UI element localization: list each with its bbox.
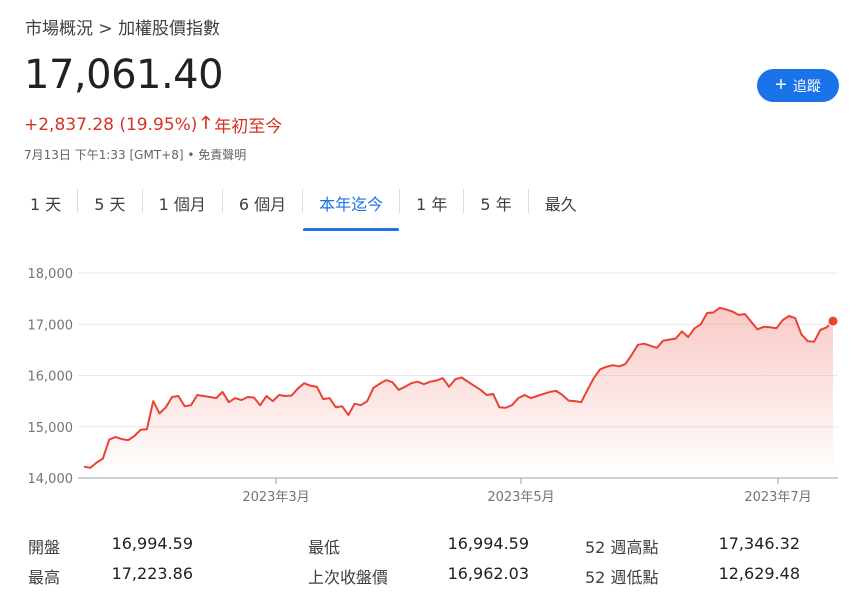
change-period: 年初至今 (214, 117, 283, 137)
quote-timestamp: 7月13日 下午1:33 [GMT+8] • 免責聲明 (24, 148, 247, 162)
stat-high-value: 17,223.86 (111, 564, 193, 583)
stat-high-label: 最高 (28, 568, 61, 587)
y-tick-label: 15,000 (28, 421, 74, 436)
arrow-up-icon: 🡑 (201, 113, 211, 133)
breadcrumb: 市場概況 > 加權股價指數 (25, 14, 220, 39)
breadcrumb-current: 加權股價指數 (118, 19, 221, 39)
follow-button-label: 追蹤 (792, 77, 821, 94)
stat-52w-high-label: 52 週高點 (585, 538, 659, 557)
x-tick-label: 2023年5月 (487, 490, 554, 505)
tab-1-month[interactable]: 1 個月 (143, 185, 222, 225)
change-value: +2,837.28 (19.95%) (24, 114, 198, 135)
x-tick-label: 2023年3月 (242, 490, 309, 505)
y-tick-label: 18,000 (28, 267, 74, 282)
stat-52w-low-value: 12,629.48 (718, 564, 800, 583)
plus-icon: + (775, 73, 787, 96)
y-tick-label: 16,000 (28, 370, 74, 385)
follow-button[interactable]: + 追蹤 (757, 69, 839, 102)
last-price-dot (827, 315, 839, 327)
price-area (84, 307, 833, 478)
tab-ytd[interactable]: 本年迄今 (303, 185, 400, 231)
stat-low-value: 16,994.59 (447, 534, 529, 553)
breadcrumb-separator: > (98, 19, 113, 39)
current-price: 17,061.40 (24, 52, 224, 98)
stat-prev-close-value: 16,962.03 (447, 564, 529, 583)
y-tick-label: 14,000 (28, 472, 74, 487)
time-range-tabs: 1 天 5 天 1 個月 6 個月 本年迄今 1 年 5 年 最久 (14, 185, 593, 231)
stat-open-label: 開盤 (28, 538, 61, 557)
y-tick-label: 17,000 (28, 318, 74, 333)
tab-1-year[interactable]: 1 年 (400, 185, 463, 225)
price-chart[interactable]: 14,000 15,000 16,000 17,000 18,000 2023年3月 202… (0, 250, 868, 520)
x-tick-label: 2023年7月 (744, 490, 811, 505)
stat-52w-low-label: 52 週低點 (585, 568, 659, 587)
tab-1-day[interactable]: 1 天 (14, 185, 77, 225)
tab-5-day[interactable]: 5 天 (78, 185, 141, 225)
stat-open-value: 16,994.59 (111, 534, 193, 553)
breadcrumb-parent-link[interactable]: 市場概況 (25, 19, 93, 39)
tab-6-month[interactable]: 6 個月 (223, 185, 302, 225)
price-change: +2,837.28 (19.95%) 🡑 年初至今 (24, 110, 282, 139)
stat-low-label: 最低 (308, 538, 341, 557)
stat-52w-high-value: 17,346.32 (718, 534, 800, 553)
tab-max[interactable]: 最久 (529, 185, 593, 225)
stat-prev-close-label: 上次收盤價 (308, 568, 389, 587)
tab-5-year[interactable]: 5 年 (464, 185, 527, 225)
